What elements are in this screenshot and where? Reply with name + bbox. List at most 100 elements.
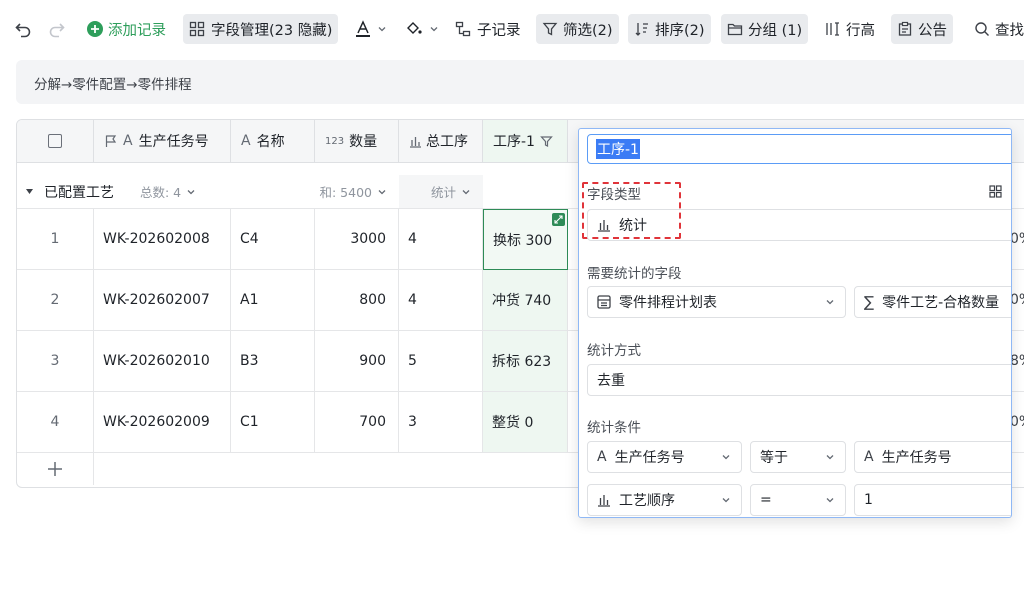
notice-button[interactable]: 公告 (891, 14, 953, 44)
cell-qty-text: 800 (359, 292, 386, 308)
group-stat[interactable]: 统计 (399, 175, 483, 209)
text-type-icon: A (597, 449, 607, 465)
cell-process1-text: 冲货 740 (492, 293, 552, 309)
cell-process1[interactable]: 冲货 740 (483, 270, 568, 331)
field-manage-button[interactable]: 字段管理(23 隐藏) (183, 14, 339, 44)
collapse-triangle-icon[interactable] (25, 187, 34, 196)
group-button[interactable]: 分组 (1) (721, 14, 809, 44)
sigma-icon: ∑ (864, 293, 875, 311)
expand-icon[interactable] (552, 213, 565, 226)
sort-icon (635, 23, 648, 36)
cell-total-process[interactable]: 5 (399, 331, 483, 392)
cell-process1-text: 整货 0 (492, 415, 534, 431)
filter-button[interactable]: 筛选(2) (536, 14, 619, 44)
sort-button[interactable]: 排序(2) (628, 14, 711, 44)
condition2-field-select[interactable]: 工艺顺序 (587, 484, 742, 516)
column-header-total-process[interactable]: 总工序 (399, 120, 483, 163)
redo-icon[interactable] (48, 14, 66, 44)
sub-record-button[interactable]: 子记录 (455, 14, 521, 44)
group-header[interactable]: 已配置工艺 总数: 4 (17, 175, 231, 209)
chevron-down-icon (826, 498, 834, 503)
stat-table-value: 零件排程计划表 (619, 295, 717, 311)
paint-bucket-icon (407, 22, 422, 34)
cell-task-no[interactable]: WK-202602009 (94, 392, 231, 453)
breadcrumb: 分解→零件配置→零件排程 (16, 60, 1024, 104)
cell-total-process[interactable]: 4 (399, 209, 483, 270)
cell-total-process-text: 3 (408, 414, 417, 430)
cell-total-process[interactable]: 4 (399, 270, 483, 331)
plus-icon (48, 461, 62, 476)
chevron-down-icon[interactable] (186, 187, 196, 197)
row-index[interactable]: 3 (17, 331, 94, 392)
condition1-operator-select[interactable]: 等于 (750, 441, 846, 473)
add-record-button[interactable]: 添加记录 (86, 14, 166, 44)
breadcrumb-text[interactable]: 分解→零件配置→零件排程 (34, 73, 192, 93)
clipboard-icon (898, 21, 912, 36)
cell-name[interactable]: B3 (231, 331, 315, 392)
condition2-operator-select[interactable]: = (750, 484, 846, 516)
text-type-icon: A (241, 133, 251, 149)
row-index-text: 4 (50, 414, 60, 430)
group-sum-value: 和: 5400 (319, 185, 373, 200)
bar-chart-icon (597, 493, 611, 507)
cell-total-process-text: 4 (408, 231, 417, 247)
select-all-cell (17, 120, 94, 163)
method-select[interactable]: 去重 (587, 364, 1011, 396)
text-color-button[interactable] (355, 14, 387, 44)
header-label: 工序-1 (493, 134, 535, 150)
condition1-field-select[interactable]: A 生产任务号 (587, 441, 742, 473)
grid-icon (989, 185, 1002, 198)
select-all-checkbox[interactable] (48, 134, 62, 148)
row-index[interactable]: 1 (17, 209, 94, 270)
fill-color-button[interactable] (405, 14, 439, 44)
cell-name-text: A1 (240, 292, 259, 308)
grid-icon (189, 21, 205, 37)
notice-label: 公告 (918, 22, 947, 39)
column-header-name[interactable]: A 名称 (231, 120, 315, 163)
search-icon (975, 22, 989, 36)
chevron-down-icon (430, 27, 438, 32)
cell-qty[interactable]: 3000 (315, 209, 399, 270)
field-type-label: 字段类型 (587, 187, 641, 203)
column-header-qty[interactable]: 123 数量 (315, 120, 399, 163)
header-label: 数量 (349, 134, 378, 150)
column-header-task-no[interactable]: A 生产任务号 (94, 120, 231, 163)
stat-table-select[interactable]: 零件排程计划表 (587, 286, 846, 318)
row-index[interactable]: 4 (17, 392, 94, 453)
condition1-value-select[interactable]: A 生产任务号 (854, 441, 1011, 473)
field-type-select[interactable]: 统计 (587, 209, 1011, 241)
stat-field-select[interactable]: ∑ 零件工艺-合格数量 (854, 286, 1011, 318)
add-row-button[interactable] (17, 452, 94, 485)
field-manage-label: 字段管理(23 隐藏) (211, 22, 333, 39)
condition1-field-value: 生产任务号 (614, 450, 685, 466)
search-button[interactable]: 查找 (974, 14, 1024, 44)
sub-record-label: 子记录 (477, 22, 521, 39)
undo-icon[interactable] (14, 14, 32, 44)
cell-process1[interactable]: 整货 0 (483, 392, 568, 453)
chevron-down-icon (826, 300, 834, 305)
cell-process1[interactable]: 换标 300 (483, 209, 568, 270)
condition2-value-input[interactable]: 1 (854, 484, 1011, 516)
method-value: 去重 (597, 373, 625, 389)
row-index-text: 1 (50, 231, 60, 247)
cell-task-no[interactable]: WK-202602010 (94, 331, 231, 392)
group-sum[interactable]: 和: 5400 (231, 175, 399, 209)
column-header-process1[interactable]: 工序-1 (483, 120, 568, 163)
cell-task-no[interactable]: WK-202602007 (94, 270, 231, 331)
cell-process1[interactable]: 拆标 623 (483, 331, 568, 392)
cell-task-no[interactable]: WK-202602008 (94, 209, 231, 270)
row-height-button[interactable]: 行高 (825, 14, 875, 44)
field-name-input[interactable]: 工序-1 (587, 134, 1011, 164)
cell-qty[interactable]: 900 (315, 331, 399, 392)
filter-icon (542, 22, 558, 36)
cell-name[interactable]: C1 (231, 392, 315, 453)
cell-qty[interactable]: 800 (315, 270, 399, 331)
cell-qty[interactable]: 700 (315, 392, 399, 453)
filter-label: 筛选(2) (563, 22, 613, 39)
cell-total-process[interactable]: 3 (399, 392, 483, 453)
cell-name-text: C1 (240, 414, 259, 430)
row-index[interactable]: 2 (17, 270, 94, 331)
chevron-down-icon (826, 455, 834, 460)
cell-name[interactable]: C4 (231, 209, 315, 270)
cell-name[interactable]: A1 (231, 270, 315, 331)
